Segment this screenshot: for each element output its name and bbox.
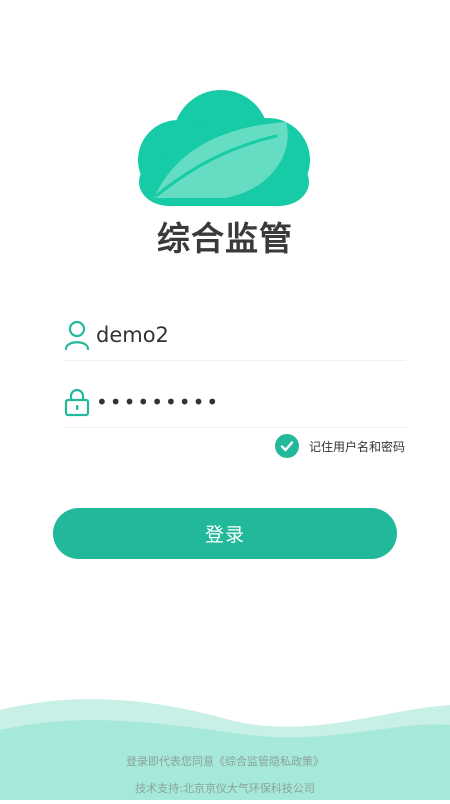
username-field[interactable]: demo2 bbox=[64, 310, 406, 361]
tech-support-text: 技术支持:北京京仪大气环保科技公司 bbox=[135, 782, 315, 795]
privacy-agreement: 登录即代表您同意《综合监管隐私政策》 bbox=[0, 753, 450, 769]
password-field[interactable]: ••••••••• bbox=[64, 377, 406, 428]
check-icon bbox=[280, 441, 294, 452]
user-icon bbox=[64, 320, 90, 350]
agree-prefix: 登录即代表您同意 bbox=[126, 755, 214, 768]
remember-label: 记住用户名和密码 bbox=[308, 439, 405, 454]
app-logo bbox=[136, 88, 314, 212]
remember-checkbox[interactable] bbox=[274, 434, 299, 458]
privacy-policy-link[interactable]: 《综合监管隐私政策》 bbox=[214, 755, 324, 768]
remember-credentials[interactable]: 记住用户名和密码 bbox=[274, 434, 405, 458]
app-title: 综合监管 bbox=[157, 219, 293, 258]
login-button[interactable]: 登录 bbox=[53, 508, 397, 559]
lock-icon bbox=[64, 387, 90, 417]
username-value: demo2 bbox=[96, 323, 169, 347]
password-value: ••••••••• bbox=[96, 390, 221, 414]
